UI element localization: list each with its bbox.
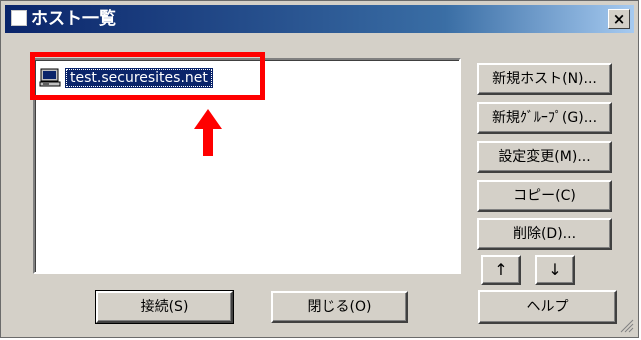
- window-title: ホスト一覧: [31, 9, 116, 29]
- copy-button[interactable]: コピー(C): [477, 180, 612, 212]
- close-button[interactable]: ×: [608, 9, 630, 29]
- new-group-button[interactable]: 新規ｸﾞﾙｰﾌﾟ(G)...: [477, 102, 612, 134]
- resize-grip-icon[interactable]: [620, 319, 634, 333]
- new-host-button[interactable]: 新規ホスト(N)...: [477, 63, 612, 95]
- title-bar[interactable]: ホスト一覧 ×: [5, 5, 634, 33]
- annotation-highlight-box: [30, 52, 265, 100]
- host-list-window: ホスト一覧 × test.securesites.net 新規ホスト(N)...…: [0, 0, 639, 338]
- connect-button[interactable]: 接続(S): [95, 290, 234, 324]
- up-arrow-icon: [194, 109, 222, 156]
- close-dialog-button[interactable]: 閉じる(O): [271, 291, 408, 323]
- move-down-button[interactable]: ↓: [535, 255, 575, 285]
- move-up-button[interactable]: ↑: [481, 255, 521, 285]
- delete-button[interactable]: 削除(D)...: [477, 218, 612, 250]
- edit-settings-button[interactable]: 設定変更(M)...: [477, 141, 612, 173]
- help-button[interactable]: ヘルプ: [478, 290, 617, 324]
- window-icon: [11, 10, 27, 26]
